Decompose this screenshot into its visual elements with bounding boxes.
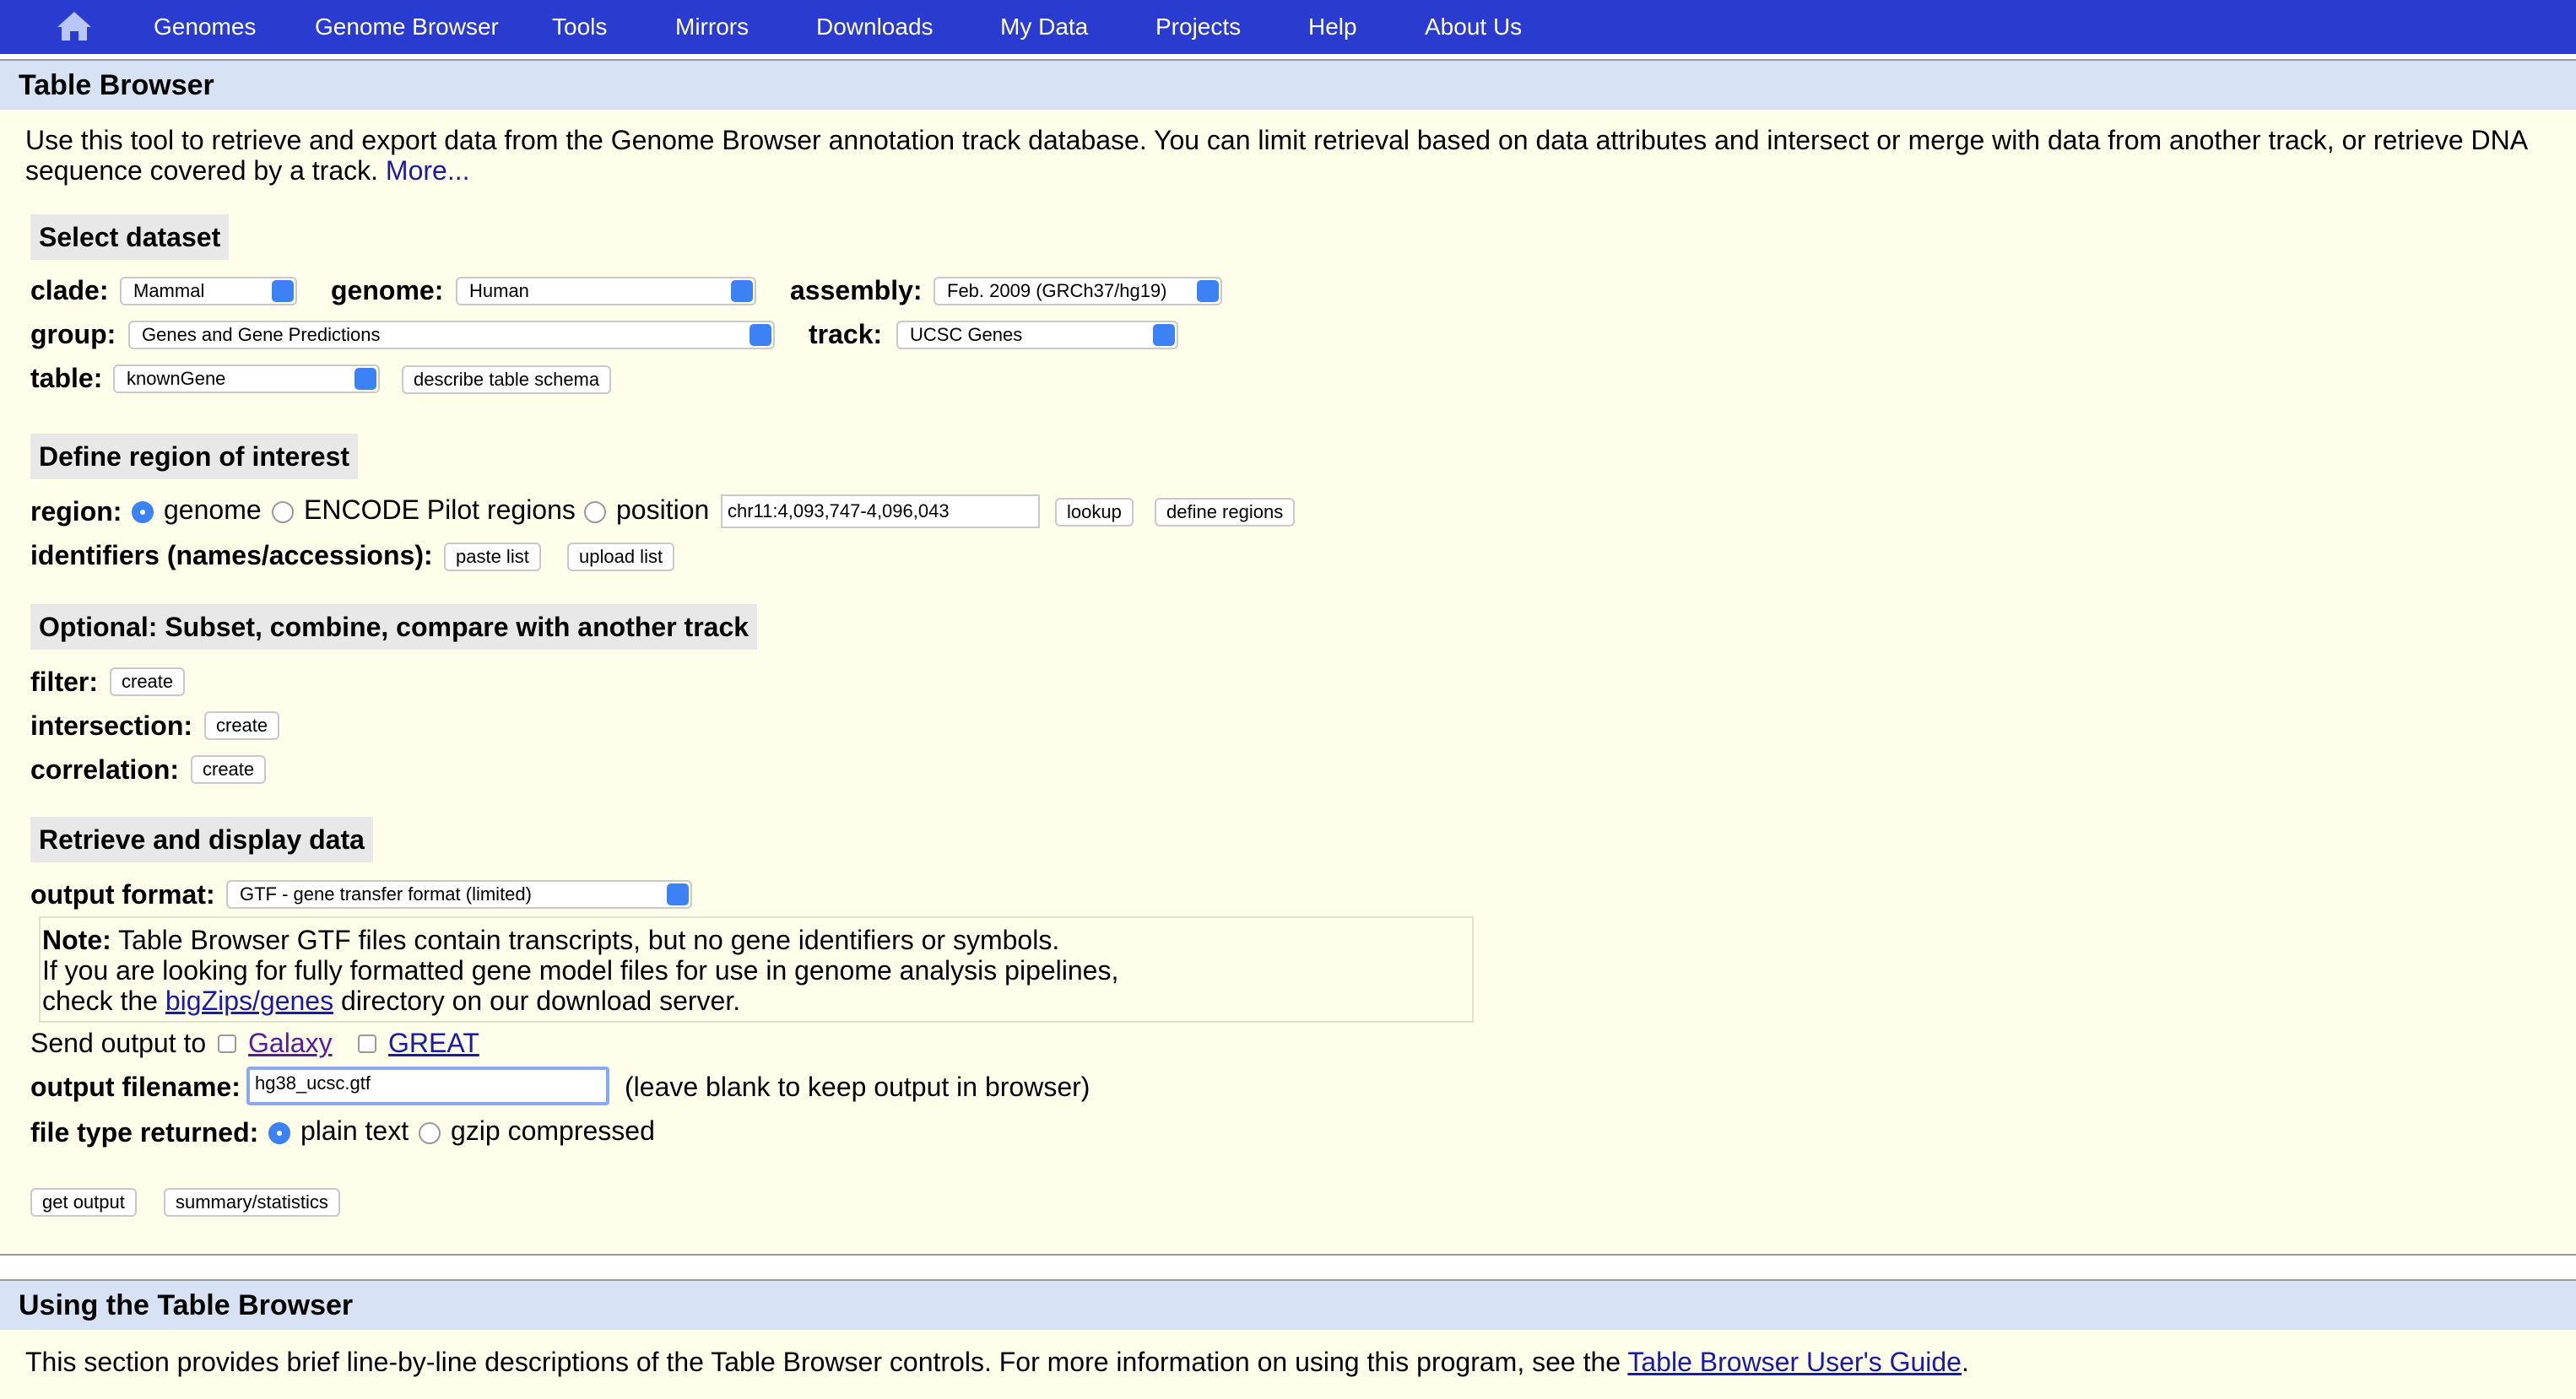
correlation-label: correlation: (30, 754, 180, 785)
clade-select[interactable]: Mammal (120, 277, 297, 305)
great-checkbox[interactable] (358, 1034, 376, 1053)
great-link[interactable]: GREAT (388, 1028, 479, 1059)
nav-help[interactable]: Help (1308, 0, 1357, 54)
output-format-value: GTF - gene transfer format (limited) (240, 883, 532, 905)
home-icon[interactable] (56, 10, 93, 42)
nav-mirrors[interactable]: Mirrors (675, 0, 749, 54)
output-filename-input[interactable]: hg38_ucsc.gtf (246, 1067, 609, 1105)
top-nav: Genomes Genome Browser Tools Mirrors Dow… (0, 0, 2576, 54)
filter-label: filter: (30, 667, 98, 697)
using-panel-text-content: This section provides brief line-by-line… (25, 1347, 1621, 1377)
group-select[interactable]: Genes and Gene Predictions (128, 321, 775, 349)
nav-tools[interactable]: Tools (552, 0, 607, 54)
galaxy-checkbox[interactable] (218, 1034, 236, 1053)
chevron-updown-icon (354, 368, 376, 390)
clade-value: Mammal (133, 280, 205, 301)
nav-genomes[interactable]: Genomes (154, 0, 256, 54)
table-value: knownGene (127, 368, 226, 389)
summary-statistics-button[interactable]: summary/statistics (164, 1188, 340, 1217)
identifiers-label: identifiers (names/accessions): (30, 540, 433, 570)
assembly-value: Feb. 2009 (GRCh37/hg19) (947, 280, 1167, 301)
clade-label: clade: (30, 275, 109, 305)
track-select[interactable]: UCSC Genes (896, 321, 1178, 349)
note-line-1-text: Table Browser GTF files contain transcri… (111, 925, 1060, 955)
output-format-select[interactable]: GTF - gene transfer format (limited) (226, 880, 692, 909)
position-input[interactable]: chr11:4,093,747-4,096,043 (721, 494, 1040, 528)
using-panel-title: Using the Table Browser (0, 1281, 2576, 1330)
note-line-1: Note: Table Browser GTF files contain tr… (42, 925, 1059, 956)
intro-text-line2: sequence covered by a track. More... (25, 155, 469, 186)
section-select-dataset: Select dataset (30, 214, 230, 260)
chevron-updown-icon (667, 883, 689, 905)
region-genome-radio[interactable] (132, 501, 154, 523)
section-retrieve: Retrieve and display data (30, 817, 373, 862)
get-output-button[interactable]: get output (30, 1188, 137, 1217)
users-guide-link[interactable]: Table Browser User's Guide (1627, 1347, 1962, 1377)
lookup-button[interactable]: lookup (1055, 498, 1134, 527)
note-bold: Note: (42, 925, 111, 955)
using-table-browser-panel: Using the Table Browser (0, 1279, 2576, 1399)
using-panel-text-end: . (1961, 1347, 1969, 1377)
define-regions-button[interactable]: define regions (1155, 498, 1296, 527)
track-value: UCSC Genes (910, 324, 1023, 345)
note-line-3-pre: check the (42, 986, 165, 1016)
genome-select[interactable]: Human (456, 277, 756, 305)
assembly-select[interactable]: Feb. 2009 (GRCh37/hg19) (934, 277, 1222, 305)
group-label: group: (30, 319, 116, 349)
region-genome-label: genome (164, 494, 262, 525)
output-filename-label: output filename: (30, 1072, 241, 1102)
using-panel-text: This section provides brief line-by-line… (25, 1347, 1969, 1378)
intersection-create-button[interactable]: create (204, 711, 280, 740)
region-label: region: (30, 496, 122, 527)
note-line-3: check the bigZips/genes directory on our… (42, 986, 740, 1017)
panel-title: Table Browser (0, 61, 2576, 110)
intersection-label: intersection: (30, 710, 193, 741)
file-type-label: file type returned: (30, 1117, 259, 1148)
intro-text: Use this tool to retrieve and export dat… (25, 125, 2529, 155)
file-type-plain-label: plain text (300, 1115, 409, 1146)
correlation-create-button[interactable]: create (191, 755, 267, 784)
genome-value: Human (469, 280, 529, 301)
group-value: Genes and Gene Predictions (142, 324, 381, 345)
file-type-gzip-radio[interactable] (419, 1122, 441, 1144)
paste-list-button[interactable]: paste list (444, 543, 541, 571)
note-line-2: If you are looking for fully formatted g… (42, 955, 1119, 986)
chevron-updown-icon (272, 280, 294, 302)
send-output-label: Send output to (30, 1028, 207, 1058)
region-position-label: position (616, 494, 710, 525)
output-format-label: output format: (30, 879, 215, 910)
region-encode-radio[interactable] (272, 501, 294, 523)
note-line-3-post: directory on our download server. (333, 986, 741, 1016)
region-encode-label: ENCODE Pilot regions (304, 494, 576, 525)
assembly-label: assembly: (790, 275, 923, 305)
section-optional: Optional: Subset, combine, compare with … (30, 604, 758, 650)
chevron-updown-icon (1153, 324, 1175, 346)
galaxy-link[interactable]: Galaxy (248, 1028, 333, 1059)
bigzips-genes-link[interactable]: bigZips/genes (165, 986, 333, 1016)
region-position-radio[interactable] (584, 501, 606, 523)
table-label: table: (30, 363, 103, 393)
nav-about-us[interactable]: About Us (1425, 0, 1522, 54)
nav-projects[interactable]: Projects (1155, 0, 1241, 54)
table-select[interactable]: knownGene (113, 365, 380, 393)
describe-table-schema-button[interactable]: describe table schema (402, 365, 612, 394)
nav-genome-browser[interactable]: Genome Browser (315, 0, 499, 54)
nav-downloads[interactable]: Downloads (816, 0, 934, 54)
chevron-updown-icon (1197, 280, 1219, 302)
file-type-plain-radio[interactable] (268, 1122, 290, 1144)
filename-hint: (leave blank to keep output in browser) (625, 1072, 1090, 1102)
upload-list-button[interactable]: upload list (567, 543, 675, 571)
file-type-gzip-label: gzip compressed (451, 1115, 655, 1146)
chevron-updown-icon (731, 280, 753, 302)
nav-my-data[interactable]: My Data (1000, 0, 1088, 54)
filter-create-button[interactable]: create (110, 667, 186, 696)
section-define-region: Define region of interest (30, 434, 359, 479)
track-label: track: (809, 319, 883, 349)
more-link[interactable]: More... (386, 155, 470, 186)
intro-text-line2-content: sequence covered by a track. (25, 155, 379, 186)
genome-label: genome: (331, 275, 444, 305)
chevron-updown-icon (750, 324, 771, 346)
